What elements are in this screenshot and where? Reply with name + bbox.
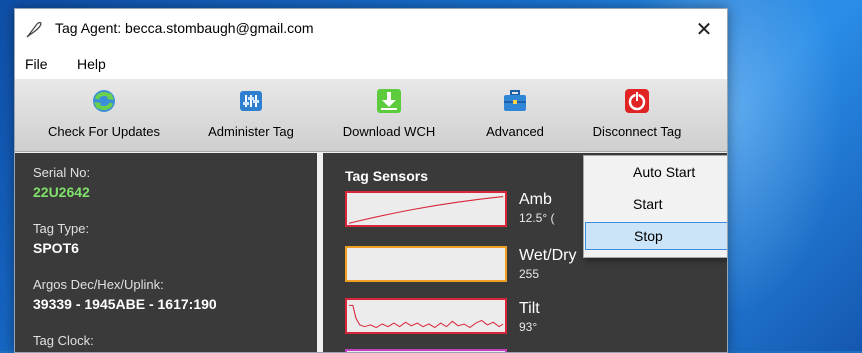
tag-type-value: SPOT6 — [33, 240, 79, 256]
ambient-sensor-name: Amb — [519, 191, 552, 208]
administer-tag-button[interactable]: Administer Tag — [191, 79, 311, 151]
serial-label: Serial No: — [33, 165, 91, 180]
stop-label: Stop — [634, 228, 663, 244]
tilt-sparkline — [345, 298, 507, 334]
next-sensor-sparkline — [345, 349, 507, 352]
app-feather-icon — [26, 21, 42, 38]
sensors-title: Tag Sensors — [345, 168, 428, 184]
menu-item-start[interactable]: Start — [585, 191, 727, 219]
tag-clock-label: Tag Clock: — [33, 333, 94, 348]
ambient-sensor-value: 12.5° ( — [519, 211, 555, 225]
serial-value: 22U2642 — [33, 184, 90, 200]
power-icon — [625, 89, 649, 113]
menu-bar: File Help — [15, 49, 727, 79]
wetdry-sensor-value: 255 — [519, 267, 540, 281]
menu-item-auto-start[interactable]: Auto Start — [585, 159, 727, 187]
disconnect-tag-button[interactable]: Disconnect Tag — [568, 79, 706, 151]
refresh-globe-icon — [93, 90, 115, 112]
tilt-sensor-value: 93° — [519, 320, 538, 334]
toolbar: Check For Updates Administer Tag Downloa… — [15, 79, 727, 218]
title-bar: Tag Agent: becca.stombaugh@gmail.com ✕ — [15, 9, 727, 49]
disconnect-dropdown-menu: Auto Start Start Stop — [583, 155, 727, 258]
disconnect-tag-label: Disconnect Tag — [592, 124, 682, 139]
check-for-updates-button[interactable]: Check For Updates — [29, 79, 179, 151]
close-button[interactable]: ✕ — [681, 9, 727, 49]
administer-tag-label: Administer Tag — [208, 124, 294, 139]
wetdry-sensor-name: Wet/Dry — [519, 247, 577, 264]
tag-type-label: Tag Type: — [33, 221, 90, 236]
argos-label: Argos Dec/Hex/Uplink: — [33, 277, 164, 292]
tag-info-panel: Serial No: 22U2642 Tag Type: SPOT6 Argos… — [15, 153, 317, 352]
advanced-label: Advanced — [486, 124, 544, 139]
auto-start-label: Auto Start — [633, 164, 696, 180]
advanced-button[interactable]: Advanced — [475, 79, 555, 151]
toolbox-icon — [504, 90, 526, 111]
argos-value: 39339 - 1945ABE - 1617:190 — [33, 296, 217, 312]
start-label: Start — [633, 196, 663, 212]
menu-item-stop[interactable]: Stop — [585, 222, 727, 250]
ambient-sparkline — [345, 191, 507, 227]
download-wch-button[interactable]: Download WCH — [329, 79, 449, 151]
wetdry-sparkline — [345, 246, 507, 282]
menu-file[interactable]: File — [25, 56, 48, 72]
download-wch-label: Download WCH — [342, 124, 436, 139]
window-title: Tag Agent: becca.stombaugh@gmail.com — [55, 20, 314, 36]
download-icon — [377, 89, 401, 113]
tilt-sensor-name: Tilt — [519, 300, 540, 317]
sliders-icon — [240, 91, 262, 111]
menu-help[interactable]: Help — [77, 56, 106, 72]
app-window: Tag Agent: becca.stombaugh@gmail.com ✕ F… — [14, 8, 728, 353]
check-for-updates-label: Check For Updates — [48, 124, 160, 139]
